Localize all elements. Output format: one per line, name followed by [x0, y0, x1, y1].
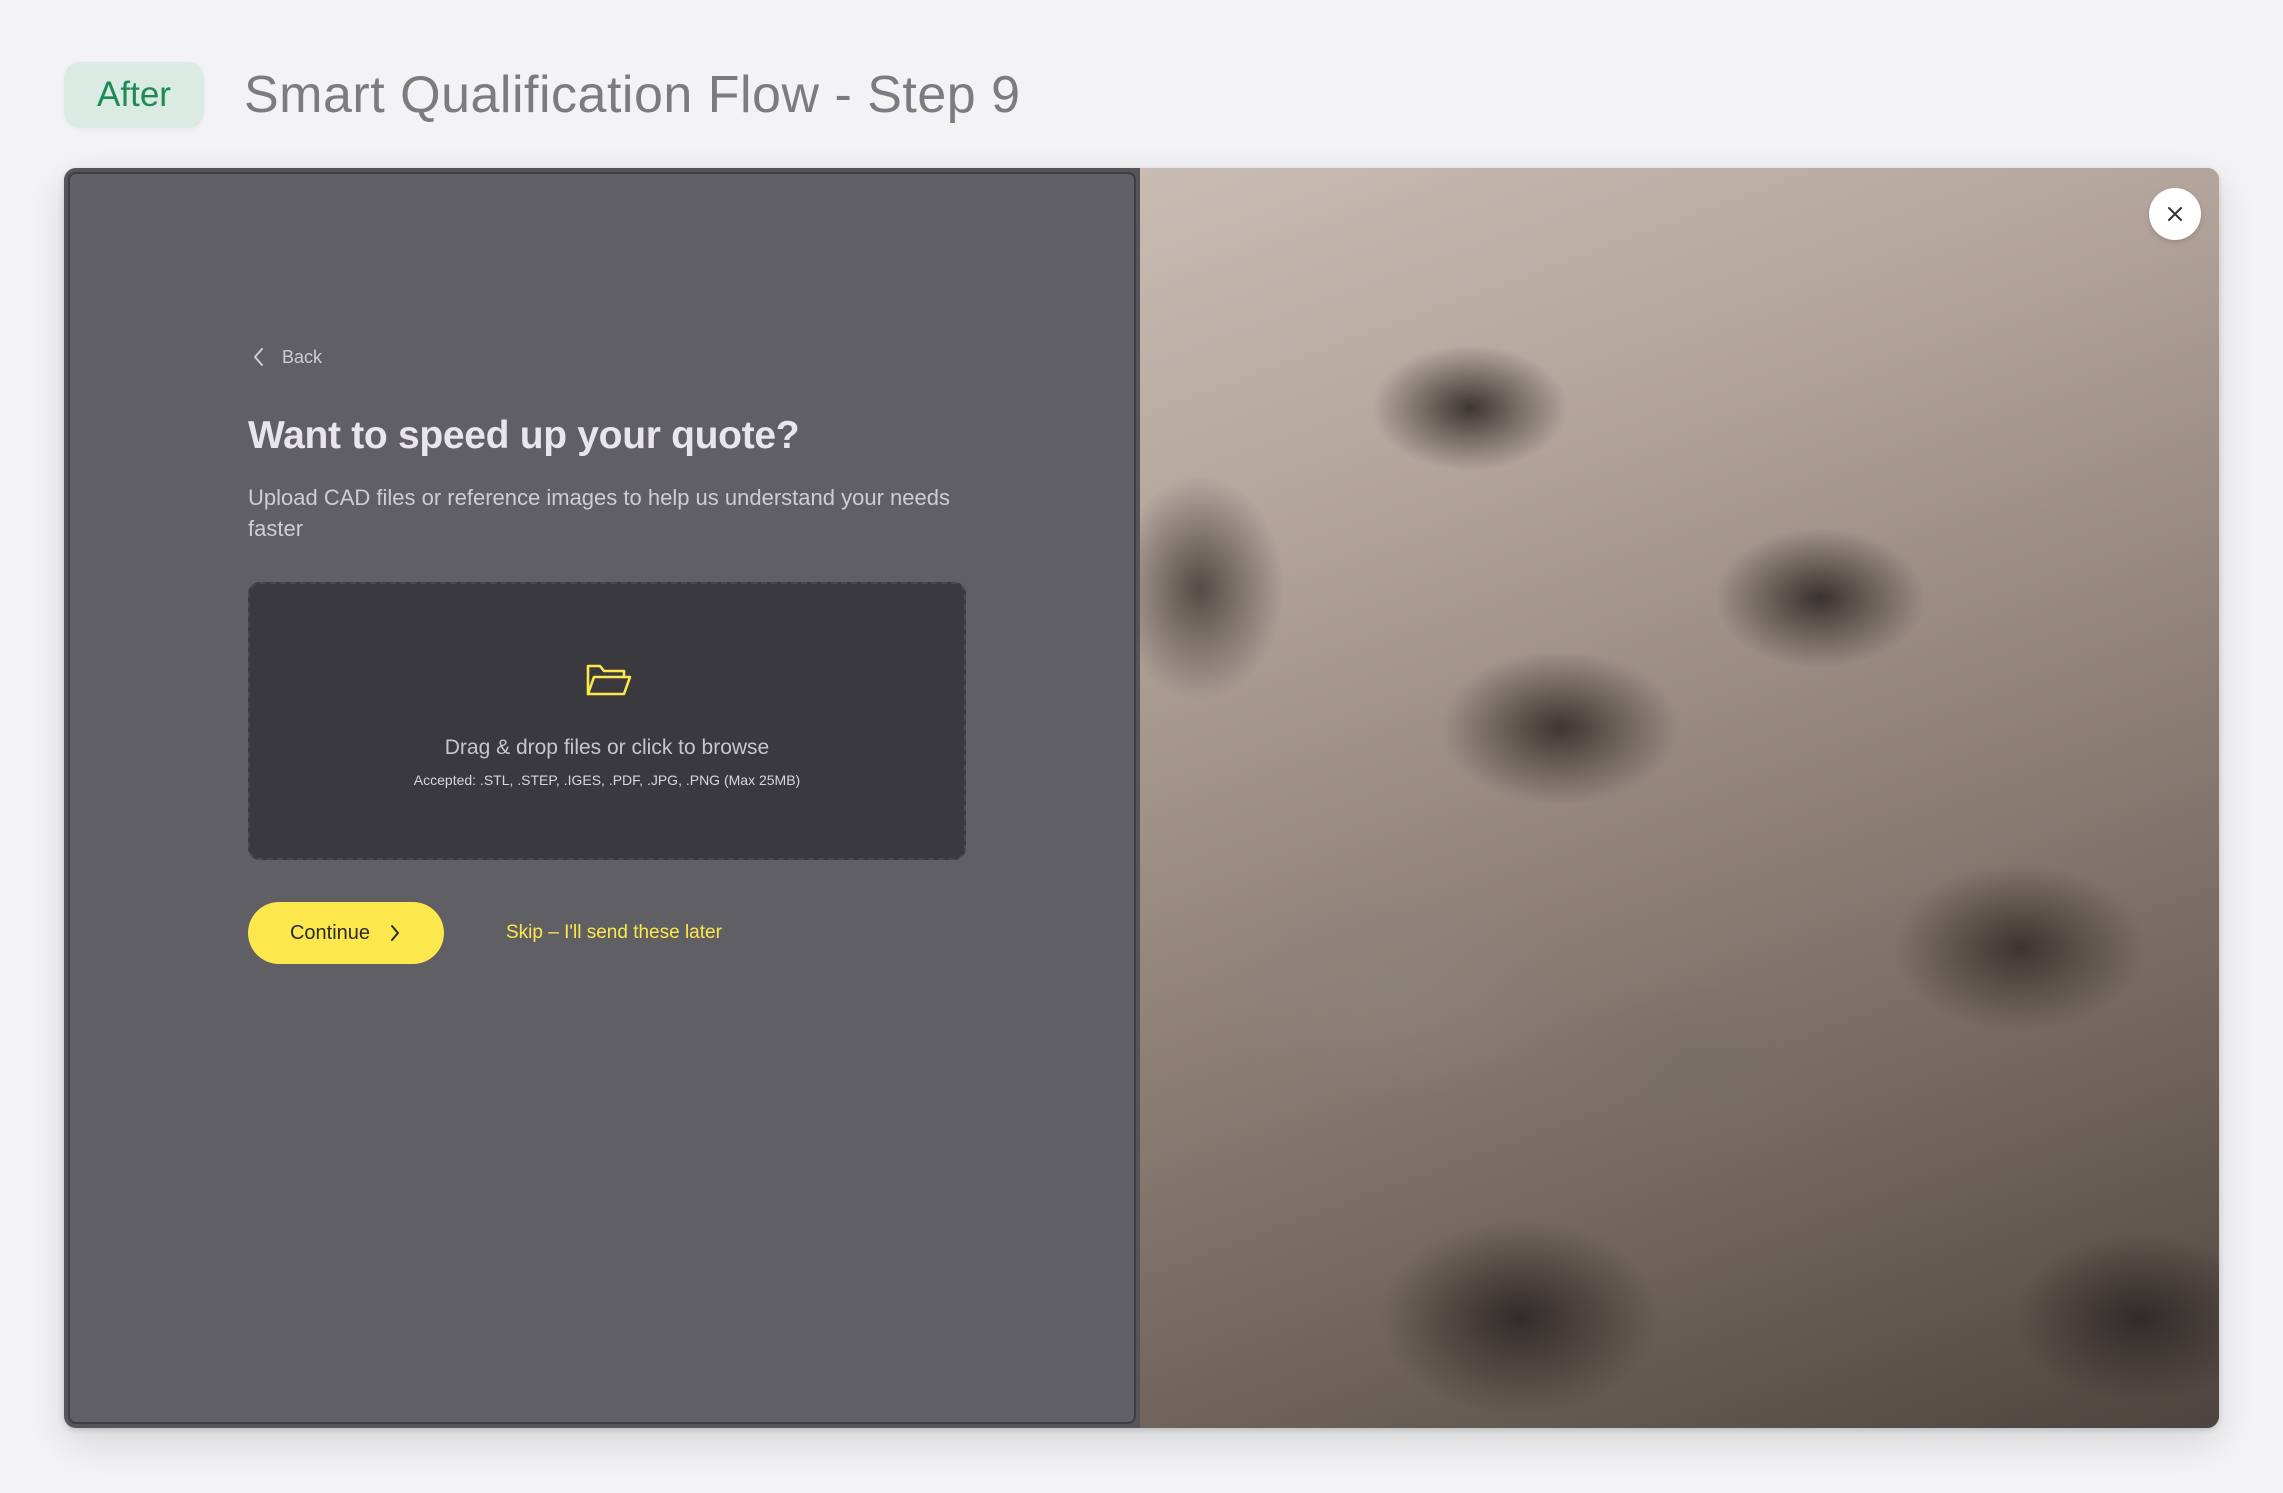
form-subtext: Upload CAD files or reference images to …	[248, 485, 950, 541]
folder-open-icon	[586, 664, 632, 696]
continue-label: Continue	[289, 921, 371, 944]
page-title: Smart Qualification Flow - Step 9	[244, 66, 1021, 124]
close-icon	[2168, 207, 2182, 221]
dropzone-instruction: Drag & drop files or click to browse	[444, 736, 770, 759]
status-badge: After	[64, 62, 204, 128]
file-dropzone[interactable]: Drag & drop files or click to browse Acc…	[248, 582, 966, 860]
form-headline: Want to speed up your quote?	[248, 414, 800, 457]
back-button[interactable]: Back	[250, 346, 322, 368]
skip-link[interactable]: Skip – I'll send these later	[506, 922, 722, 944]
close-button[interactable]	[2149, 188, 2201, 240]
chevron-right-icon	[391, 925, 400, 941]
page-header: After Smart Qualification Flow - Step 9	[64, 62, 1021, 128]
continue-button[interactable]: Continue	[248, 902, 444, 964]
chevron-left-icon	[254, 348, 263, 366]
form-panel: Back Want to speed up your quote? Upload…	[68, 172, 1136, 1424]
hero-image	[1140, 168, 2219, 1428]
dropzone-accepted-types: Accepted: .STL, .STEP, .IGES, .PDF, .JPG…	[413, 772, 801, 788]
modal-frame: Back Want to speed up your quote? Upload…	[64, 168, 2219, 1428]
back-label: Back	[282, 346, 323, 367]
